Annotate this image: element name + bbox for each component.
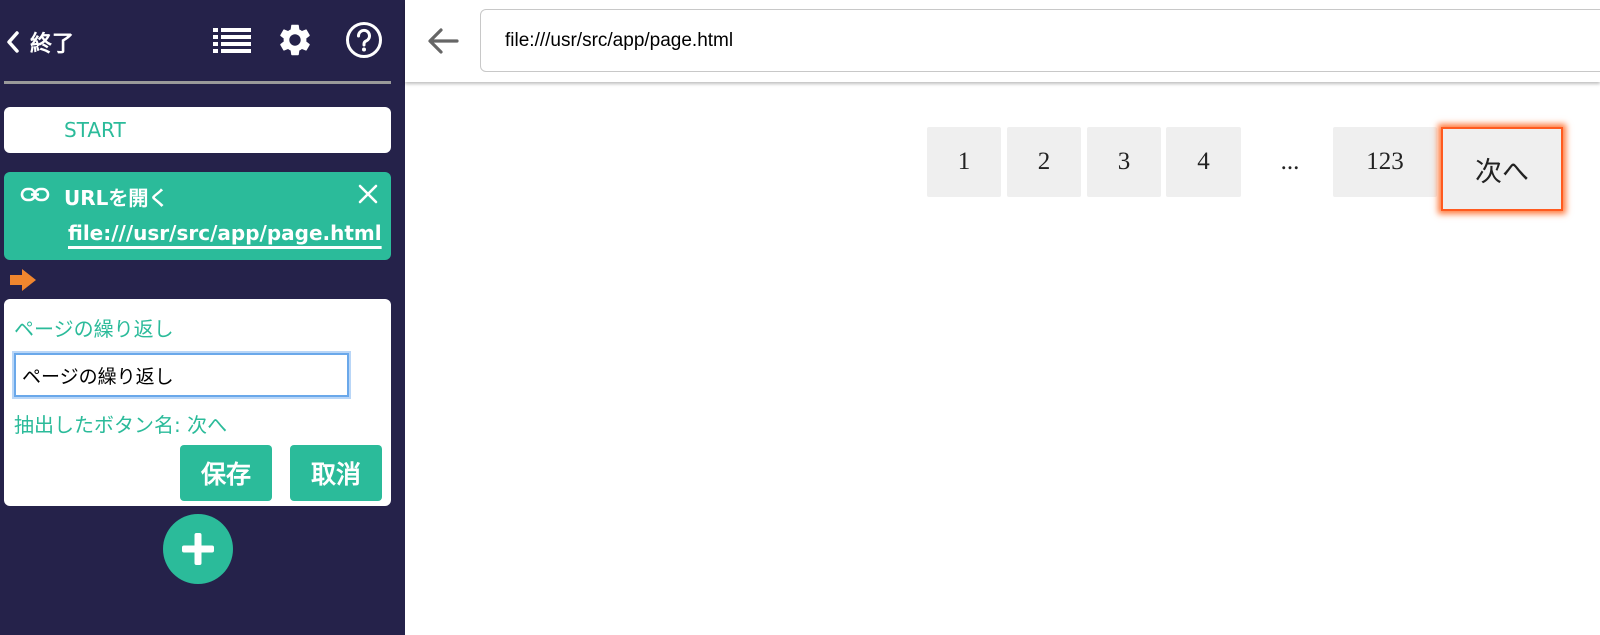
help-button[interactable]	[344, 20, 384, 60]
start-label: START	[64, 118, 126, 142]
page-loop-title: ページの繰り返し	[14, 317, 174, 341]
add-step-button[interactable]	[163, 514, 233, 584]
open-url-step[interactable]: URLを開く file:///usr/src/app/page.html	[4, 172, 391, 260]
back-arrow-icon[interactable]	[423, 22, 463, 60]
list-button[interactable]	[212, 20, 252, 60]
gear-icon	[280, 24, 310, 56]
plus-icon	[182, 533, 214, 565]
start-node[interactable]: START	[4, 107, 391, 153]
pagination-ellipsis: ...	[1280, 148, 1300, 175]
page-link-last[interactable]: 123	[1333, 127, 1437, 197]
step-name-input[interactable]	[14, 353, 349, 397]
browser-toolbar: file:///usr/src/app/page.html	[405, 0, 1600, 82]
close-icon[interactable]	[354, 180, 382, 208]
open-url-title: URLを開く	[64, 186, 169, 210]
exit-button[interactable]: 終了	[6, 26, 74, 58]
exit-label: 終了	[30, 32, 75, 57]
page-link[interactable]: 4	[1166, 127, 1241, 197]
page-link[interactable]: 1	[927, 127, 1001, 197]
open-url-link[interactable]: file:///usr/src/app/page.html	[68, 221, 382, 245]
chevron-left-icon	[7, 31, 19, 53]
save-button[interactable]: 保存	[180, 445, 272, 501]
next-page-button[interactable]: 次へ	[1441, 127, 1563, 211]
extracted-button-name: 抽出したボタン名: 次へ	[14, 413, 228, 437]
list-icon	[213, 28, 251, 53]
link-icon	[20, 187, 50, 202]
browser-view: file:///usr/src/app/page.html 1 2 3 4 ..…	[405, 0, 1600, 635]
cancel-button[interactable]: 取消	[290, 445, 382, 501]
workflow-sidebar: 終了 START URLを開く file:///usr/src/app/page…	[0, 0, 405, 635]
arrow-right-icon	[10, 269, 36, 291]
page-link[interactable]: 2	[1007, 127, 1081, 197]
sidebar-header: 終了	[0, 0, 405, 84]
settings-button[interactable]	[275, 20, 315, 60]
page-loop-step-editor: ページの繰り返し 抽出したボタン名: 次へ 保存 取消	[4, 299, 391, 506]
help-icon	[346, 22, 382, 58]
address-bar[interactable]: file:///usr/src/app/page.html	[480, 9, 1600, 72]
page-link[interactable]: 3	[1087, 127, 1161, 197]
header-divider	[4, 81, 391, 84]
